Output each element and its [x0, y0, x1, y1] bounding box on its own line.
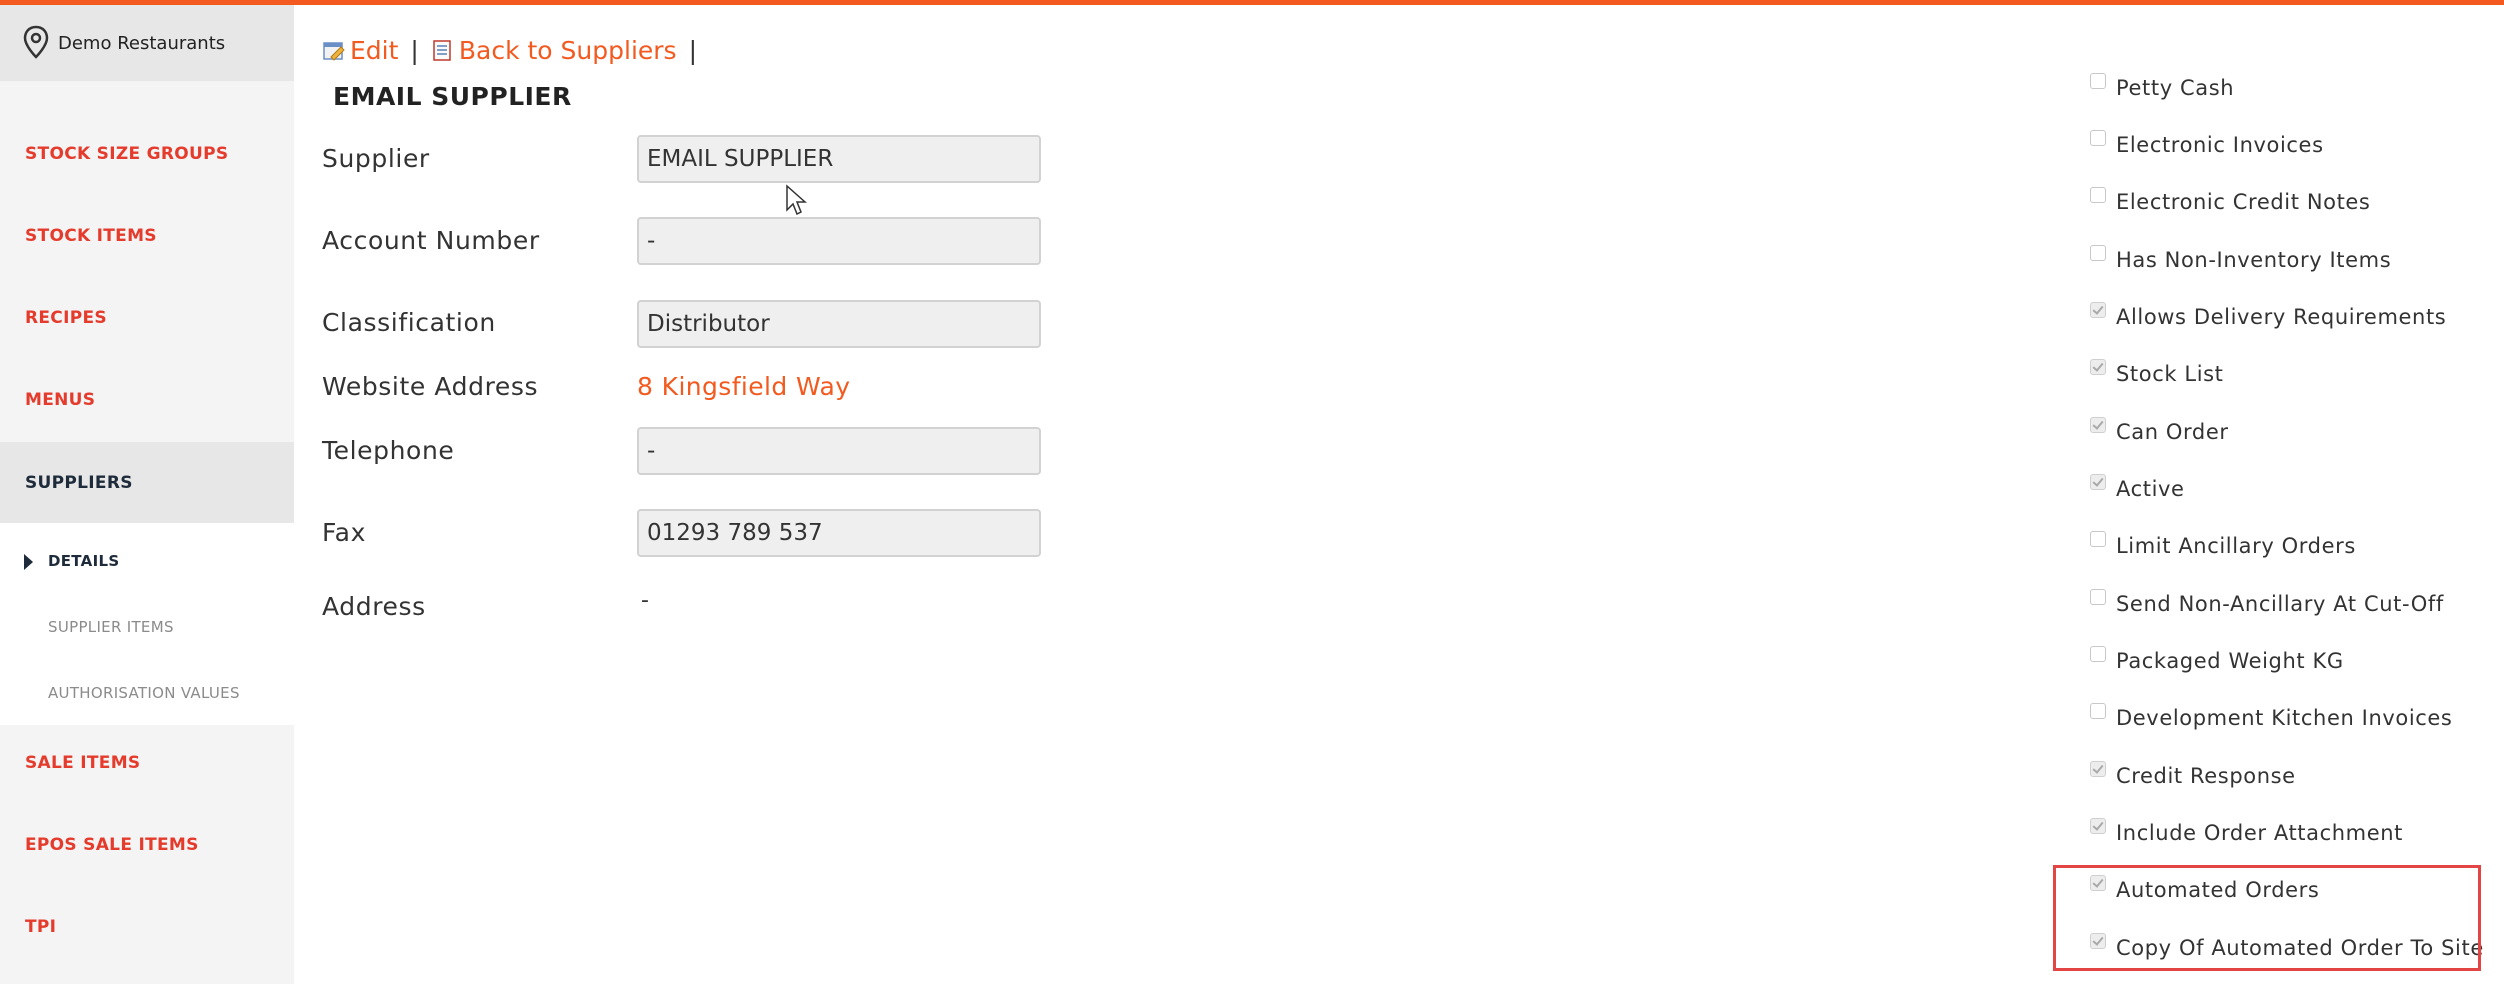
telephone-field[interactable]: - [637, 427, 1041, 475]
website-address-label: Website Address [322, 372, 539, 401]
classification-label: Classification [322, 308, 496, 337]
mouse-cursor-icon [786, 184, 807, 216]
option-packaged-weight-kg: Packaged Weight KG [2090, 641, 2344, 681]
edit-label: Edit [350, 36, 399, 65]
subnav-details-label: DETAILS [48, 552, 120, 570]
action-toolbar: Edit | Back to Suppliers | [322, 36, 709, 65]
option-allows-delivery-requirements: Allows Delivery Requirements [2090, 297, 2446, 337]
active-checkbox[interactable] [2090, 474, 2106, 490]
option-label: Petty Cash [2116, 76, 2235, 100]
option-label: Credit Response [2116, 764, 2296, 788]
nav-recipes[interactable]: RECIPES [0, 282, 294, 354]
option-can-order: Can Order [2090, 412, 2229, 452]
account-number-label: Account Number [322, 226, 540, 255]
option-label: Active [2116, 477, 2185, 501]
option-development-kitchen-invoices: Development Kitchen Invoices [2090, 698, 2452, 738]
option-label: Electronic Credit Notes [2116, 190, 2371, 214]
option-has-non-inventory-items: Has Non-Inventory Items [2090, 240, 2391, 280]
page-title: EMAIL SUPPLIER [333, 82, 572, 111]
nav-stock-size-groups[interactable]: STOCK SIZE GROUPS [0, 118, 294, 190]
highlight-box [2053, 865, 2481, 971]
option-label: Has Non-Inventory Items [2116, 248, 2392, 272]
development-kitchen-invoices-checkbox[interactable] [2090, 703, 2106, 719]
website-address-link[interactable]: 8 Kingsfield Way [637, 372, 850, 401]
toolbar-separator: | [410, 36, 419, 65]
top-accent-bar [0, 0, 2504, 5]
back-to-suppliers-link[interactable]: Back to Suppliers [431, 36, 677, 65]
petty-cash-checkbox[interactable] [2090, 73, 2106, 89]
account-number-field[interactable]: - [637, 217, 1041, 265]
option-petty-cash: Petty Cash [2090, 68, 2234, 108]
option-send-non-ancillary-at-cut-off: Send Non-Ancillary At Cut-Off [2090, 584, 2444, 624]
option-label: Development Kitchen Invoices [2116, 706, 2453, 730]
supplier-label: Supplier [322, 144, 430, 173]
classification-field[interactable]: Distributor [637, 300, 1041, 348]
back-to-suppliers-label: Back to Suppliers [458, 36, 677, 65]
option-credit-response: Credit Response [2090, 756, 2296, 796]
option-include-order-attachment: Include Order Attachment [2090, 813, 2403, 853]
supplier-field[interactable]: EMAIL SUPPLIER [637, 135, 1041, 183]
telephone-label: Telephone [322, 436, 455, 465]
fax-label: Fax [322, 518, 366, 547]
list-icon [433, 39, 451, 61]
option-label: Send Non-Ancillary At Cut-Off [2116, 592, 2444, 616]
address-label: Address [322, 592, 426, 621]
subnav-authorisation-values[interactable]: AUTHORISATION VALUES [0, 673, 294, 713]
option-active: Active [2090, 469, 2185, 509]
restaurant-selector[interactable]: Demo Restaurants [0, 5, 294, 81]
packaged-weight-kg-checkbox[interactable] [2090, 646, 2106, 662]
option-stock-list: Stock List [2090, 354, 2224, 394]
credit-response-checkbox[interactable] [2090, 761, 2106, 777]
caret-right-icon [24, 554, 33, 570]
electronic-invoices-checkbox[interactable] [2090, 130, 2106, 146]
edit-icon [323, 41, 345, 61]
subnav-supplier-items[interactable]: SUPPLIER ITEMS [0, 607, 294, 647]
sidebar: Demo Restaurants STOCK SIZE GROUPS STOCK… [0, 5, 294, 984]
nav-menus[interactable]: MENUS [0, 364, 294, 436]
option-electronic-invoices: Electronic Invoices [2090, 125, 2324, 165]
nav-tpi[interactable]: TPI [0, 891, 294, 963]
restaurant-name: Demo Restaurants [58, 33, 226, 54]
option-limit-ancillary-orders: Limit Ancillary Orders [2090, 526, 2356, 566]
location-pin-icon [23, 25, 49, 59]
nav-suppliers[interactable]: SUPPLIERS [0, 442, 294, 523]
electronic-credit-notes-checkbox[interactable] [2090, 187, 2106, 203]
edit-link[interactable]: Edit [322, 36, 398, 65]
send-non-ancillary-checkbox[interactable] [2090, 589, 2106, 605]
allows-delivery-requirements-checkbox[interactable] [2090, 302, 2106, 318]
address-value: - [641, 588, 649, 613]
option-label: Stock List [2116, 362, 2224, 386]
option-label: Electronic Invoices [2116, 133, 2324, 157]
nav-stock-items[interactable]: STOCK ITEMS [0, 200, 294, 272]
suppliers-subnav: DETAILS SUPPLIER ITEMS AUTHORISATION VAL… [0, 523, 294, 725]
limit-ancillary-orders-checkbox[interactable] [2090, 531, 2106, 547]
stock-list-checkbox[interactable] [2090, 359, 2106, 375]
has-non-inventory-items-checkbox[interactable] [2090, 245, 2106, 261]
nav-sale-items[interactable]: SALE ITEMS [0, 727, 294, 799]
toolbar-separator: | [688, 36, 698, 65]
subnav-details[interactable]: DETAILS [0, 541, 294, 581]
fax-field[interactable]: 01293 789 537 [637, 509, 1041, 557]
nav-epos-sale-items[interactable]: EPOS SALE ITEMS [0, 809, 294, 881]
include-order-attachment-checkbox[interactable] [2090, 818, 2106, 834]
option-label: Packaged Weight KG [2116, 649, 2344, 673]
can-order-checkbox[interactable] [2090, 417, 2106, 433]
option-label: Limit Ancillary Orders [2116, 534, 2356, 558]
option-label: Allows Delivery Requirements [2116, 305, 2447, 329]
option-label: Can Order [2116, 420, 2229, 444]
option-label: Include Order Attachment [2116, 821, 2403, 845]
option-electronic-credit-notes: Electronic Credit Notes [2090, 182, 2370, 222]
